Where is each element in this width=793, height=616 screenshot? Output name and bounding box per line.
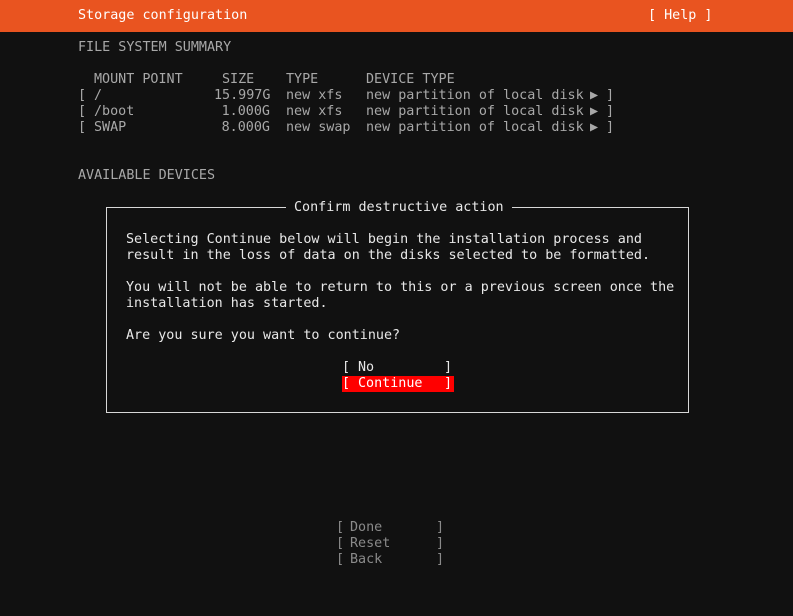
button-label: Done xyxy=(350,520,383,535)
row-type: new xfs xyxy=(286,88,343,103)
row-size: 1.000G xyxy=(221,104,270,119)
dialog-message-line: You will not be able to return to this o… xyxy=(126,280,675,295)
page-title: Storage configuration xyxy=(78,8,248,23)
table-row[interactable]: [ SWAP 8.000G new swap new partition of … xyxy=(78,120,638,136)
table-row[interactable]: [ /boot 1.000G new xfs new partition of … xyxy=(78,104,638,120)
row-device-type: new partition of local disk xyxy=(366,88,584,103)
reset-button[interactable]: [ Reset ] xyxy=(336,536,448,552)
row-close-bracket: ] xyxy=(606,88,615,103)
row-device-type: new partition of local disk xyxy=(366,104,584,119)
fs-summary-heading: FILE SYSTEM SUMMARY xyxy=(78,40,232,55)
fs-summary-header-row: MOUNT POINT SIZE TYPE DEVICE TYPE xyxy=(78,72,638,88)
button-close-bracket: ] xyxy=(444,360,453,375)
no-button[interactable]: [ No ] xyxy=(342,360,454,376)
row-size: 8.000G xyxy=(221,120,270,135)
button-label: Reset xyxy=(350,536,391,551)
button-close-bracket: ] xyxy=(444,376,453,391)
dialog-message-line: result in the loss of data on the disks … xyxy=(126,248,651,263)
dialog-message-line: installation has started. xyxy=(126,296,328,311)
row-device-type: new partition of local disk xyxy=(366,120,584,135)
row-open-bracket: [ xyxy=(78,104,87,119)
row-close-bracket: ] xyxy=(606,120,615,135)
button-label: No xyxy=(358,360,375,375)
dialog-message-line: Selecting Continue below will begin the … xyxy=(126,232,642,247)
row-open-bracket: [ xyxy=(78,120,87,135)
row-close-bracket: ] xyxy=(606,104,615,119)
button-open-bracket: [ xyxy=(336,552,345,567)
button-close-bracket: ] xyxy=(436,536,445,551)
row-size: 15.997G xyxy=(214,88,271,103)
header-bar: Storage configuration [ Help ] xyxy=(0,0,793,32)
col-size: SIZE xyxy=(222,72,255,87)
col-device-type: DEVICE TYPE xyxy=(366,72,455,87)
expand-arrow-icon[interactable]: ▶ xyxy=(590,88,598,104)
help-button[interactable]: [ Help ] xyxy=(648,8,713,24)
button-open-bracket: [ xyxy=(336,520,345,535)
row-type: new swap xyxy=(286,120,351,135)
button-open-bracket: [ xyxy=(336,536,345,551)
continue-button[interactable]: [ Continue ] xyxy=(342,376,454,392)
dialog-title: Confirm destructive action xyxy=(286,200,512,216)
button-close-bracket: ] xyxy=(436,552,445,567)
row-mount: /boot xyxy=(94,104,135,119)
row-type: new xfs xyxy=(286,104,343,119)
back-button[interactable]: [ Back ] xyxy=(336,552,448,568)
button-close-bracket: ] xyxy=(436,520,445,535)
expand-arrow-icon[interactable]: ▶ xyxy=(590,120,598,136)
done-button[interactable]: [ Done ] xyxy=(336,520,448,536)
col-type: TYPE xyxy=(286,72,319,87)
dialog-question: Are you sure you want to continue? xyxy=(126,328,401,343)
row-mount: / xyxy=(94,88,103,103)
table-row[interactable]: [ / 15.997G new xfs new partition of loc… xyxy=(78,88,638,104)
row-open-bracket: [ xyxy=(78,88,87,103)
button-label: Back xyxy=(350,552,383,567)
expand-arrow-icon[interactable]: ▶ xyxy=(590,104,598,120)
col-mount-point: MOUNT POINT xyxy=(94,72,183,87)
row-mount: SWAP xyxy=(94,120,127,135)
button-open-bracket: [ xyxy=(342,360,351,375)
available-devices-heading: AVAILABLE DEVICES xyxy=(78,168,216,183)
button-label: Continue xyxy=(358,376,423,391)
button-open-bracket: [ xyxy=(342,376,351,391)
